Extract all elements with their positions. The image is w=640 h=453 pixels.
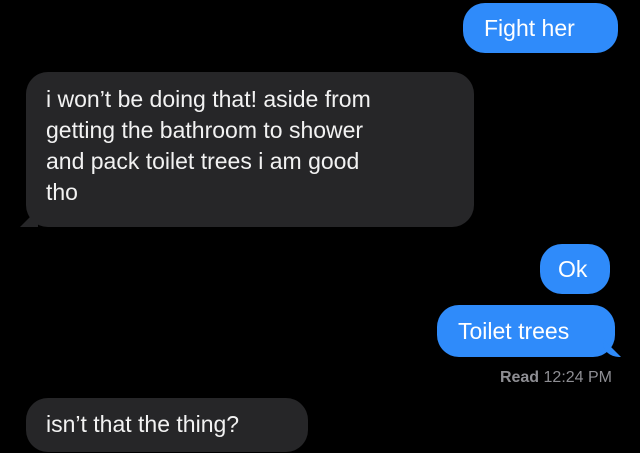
read-receipt: Read 12:24 PM: [500, 369, 612, 387]
message-text-line: i won’t be doing that! aside from: [46, 86, 371, 112]
sent-message-bubble[interactable]: Ok: [540, 244, 610, 294]
read-receipt-time: 12:24 PM: [543, 369, 612, 386]
message-text: Toilet trees: [458, 318, 570, 344]
message-text-line: tho: [46, 179, 78, 205]
message-text-line: getting the bathroom to shower: [46, 117, 364, 143]
sent-message-bubble[interactable]: Fight her: [463, 3, 618, 53]
received-message-bubble[interactable]: i won’t be doing that! aside from gettin…: [26, 72, 474, 227]
message-text: isn’t that the thing?: [46, 411, 240, 437]
message-text: Fight her: [484, 15, 575, 41]
received-message-bubble[interactable]: isn’t that the thing?: [26, 398, 308, 452]
read-receipt-label: Read: [499, 369, 540, 386]
message-thread: Fight her i won’t be doing that! aside f…: [0, 0, 640, 453]
sent-message-bubble[interactable]: Toilet trees: [437, 305, 615, 357]
message-text: Ok: [558, 256, 588, 282]
message-text-line: and pack toilet trees i am good: [46, 148, 360, 174]
